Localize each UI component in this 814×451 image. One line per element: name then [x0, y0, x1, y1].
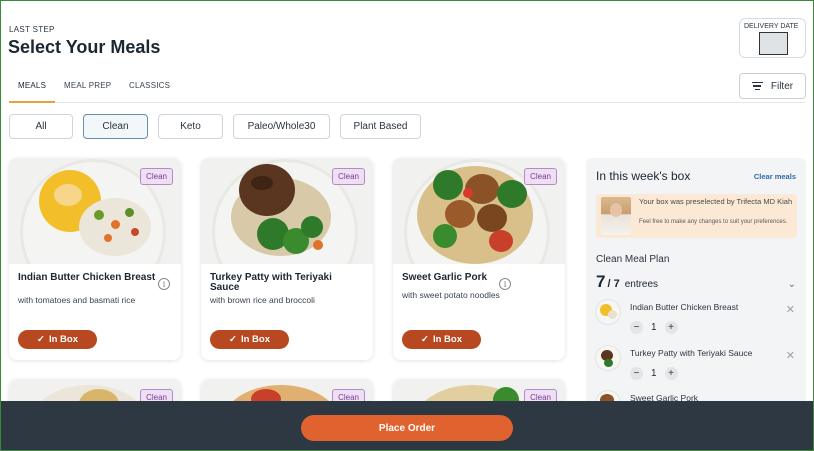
chevron-down-icon[interactable]: ⌄: [788, 279, 796, 290]
checkout-bar: Place Order: [1, 401, 813, 450]
filter-lines-icon: [751, 81, 763, 91]
meal-plan-name: Clean Meal Plan: [596, 254, 670, 265]
entree-count: 7 / 7 entrees: [596, 272, 658, 292]
tab-meal-prep[interactable]: MEAL PREP: [64, 81, 111, 90]
meal-card[interactable]: Clean Sweet Garlic Pork i with sweet pot…: [393, 158, 565, 360]
box-item: Indian Butter Chicken Breast ✕ − 1 +: [596, 300, 797, 340]
diet-filter-plant-based[interactable]: Plant Based: [340, 114, 421, 139]
meal-thumbnail: [596, 300, 620, 324]
in-box-button[interactable]: ✓ In Box: [18, 330, 97, 349]
meal-description: with tomatoes and basmati rice: [18, 295, 136, 305]
close-icon[interactable]: ✕: [786, 303, 795, 316]
delivery-date-widget[interactable]: DELIVERY DATE: [739, 18, 806, 58]
app-frame: LAST STEP Select Your Meals DELIVERY DAT…: [0, 0, 814, 451]
meal-image: Clean: [9, 158, 181, 264]
meal-name: Sweet Garlic Pork: [402, 272, 488, 283]
clean-tag: Clean: [140, 168, 173, 185]
check-icon: ✓: [421, 334, 429, 345]
weekly-box-panel: In this week's box Clear meals Your box …: [586, 158, 806, 415]
preselect-title: Your box was preselected by Trifecta MD …: [639, 197, 793, 206]
filter-button-label: Filter: [770, 80, 794, 92]
clean-tag: Clean: [332, 168, 365, 185]
nutritionist-avatar: [601, 197, 631, 235]
tab-meals[interactable]: MEALS: [18, 81, 46, 90]
preselect-subtitle: Feel free to make any changes to suit yo…: [639, 219, 788, 225]
box-panel-title: In this week's box: [596, 169, 691, 183]
preselect-banner: Your box was preselected by Trifecta MD …: [596, 194, 797, 238]
filter-button[interactable]: Filter: [739, 73, 806, 99]
quantity-value: 1: [651, 322, 657, 333]
minus-icon[interactable]: −: [630, 321, 643, 334]
meal-thumbnail: [596, 346, 620, 370]
diet-filter-all[interactable]: All: [9, 114, 73, 139]
meal-type-tabs: MEALS MEAL PREP CLASSICS: [9, 73, 805, 103]
minus-icon[interactable]: −: [630, 367, 643, 380]
check-icon: ✓: [37, 334, 45, 345]
diet-filter-clean[interactable]: Clean: [83, 114, 148, 139]
clean-tag: Clean: [524, 168, 557, 185]
plus-icon[interactable]: +: [664, 321, 678, 334]
quantity-stepper: − 1 +: [630, 321, 678, 334]
info-icon[interactable]: i: [499, 278, 511, 290]
meal-name: Indian Butter Chicken Breast: [18, 272, 156, 283]
diet-filter-paleo-whole30[interactable]: Paleo/Whole30: [233, 114, 330, 139]
step-label: LAST STEP: [9, 25, 55, 34]
page-title: Select Your Meals: [8, 37, 161, 57]
box-item-name: Indian Butter Chicken Breast: [630, 302, 739, 312]
meal-description: with sweet potato noodles: [402, 290, 500, 300]
total-count: / 7: [607, 278, 620, 290]
meal-name: Turkey Patty with Teriyaki Sauce: [210, 272, 332, 293]
plus-icon[interactable]: +: [664, 367, 678, 380]
meal-description: with brown rice and broccoli: [210, 295, 315, 305]
quantity-stepper: − 1 +: [630, 367, 678, 380]
selected-count: 7: [596, 272, 606, 291]
meal-image: Clean: [201, 158, 373, 264]
meal-card[interactable]: Clean Indian Butter Chicken Breast i wit…: [9, 158, 181, 360]
quantity-value: 1: [651, 368, 657, 379]
active-tab-underline: [9, 101, 55, 103]
box-item-name: Turkey Patty with Teriyaki Sauce: [630, 348, 753, 358]
box-item: Turkey Patty with Teriyaki Sauce ✕ − 1 +: [596, 346, 797, 386]
info-icon[interactable]: i: [158, 278, 170, 290]
count-unit: entrees: [624, 279, 659, 290]
check-icon: ✓: [229, 334, 237, 345]
meal-card[interactable]: Clean Turkey Patty with Teriyaki Sauce w…: [201, 158, 373, 360]
place-order-button[interactable]: Place Order: [301, 415, 513, 441]
in-box-button[interactable]: ✓ In Box: [210, 330, 289, 349]
delivery-date-label: DELIVERY DATE: [744, 23, 799, 30]
meal-image: Clean: [393, 158, 565, 264]
in-box-button[interactable]: ✓ In Box: [402, 330, 481, 349]
close-icon[interactable]: ✕: [786, 349, 795, 362]
tab-classics[interactable]: CLASSICS: [129, 81, 170, 90]
diet-filter-keto[interactable]: Keto: [158, 114, 223, 139]
delivery-date-box[interactable]: [759, 32, 788, 55]
clear-meals-link[interactable]: Clear meals: [754, 172, 796, 181]
